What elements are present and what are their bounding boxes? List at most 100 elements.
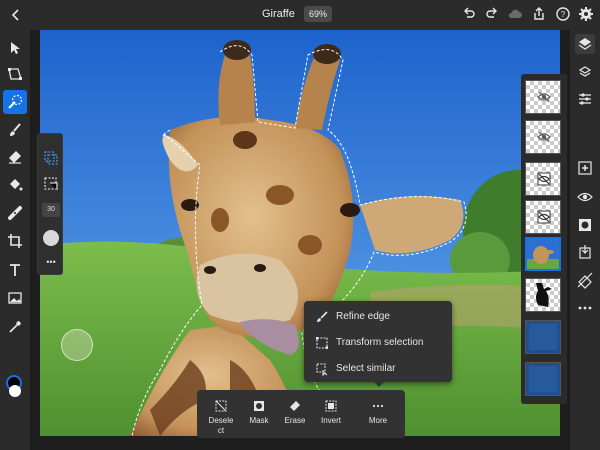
eyedropper-tool[interactable] [3, 315, 27, 339]
giraffe-layer-preview [527, 239, 559, 269]
eyedropper-icon [9, 321, 21, 333]
add-selection-icon[interactable] [41, 148, 61, 168]
layer-thumbnail[interactable] [525, 320, 561, 354]
selection-context-menu: Refine edge Transform selection Select s… [304, 301, 452, 382]
image-icon [8, 292, 22, 304]
refine-edge-brush-icon [317, 311, 328, 322]
settings-gear-icon[interactable] [578, 6, 594, 22]
invert-button[interactable]: Invert [313, 390, 349, 438]
redo-icon[interactable] [484, 6, 500, 22]
menu-item-label: Select similar [336, 363, 396, 374]
hidden-eye-icon [537, 210, 551, 224]
visibility-eye-icon[interactable] [575, 187, 595, 207]
menu-item-label: Transform selection [336, 337, 424, 348]
fill-tool[interactable] [3, 173, 27, 197]
layer-thumbnail-selected[interactable] [525, 237, 561, 271]
help-icon[interactable]: ? [555, 6, 571, 22]
giraffe-photo [40, 30, 560, 436]
layer-thumbnail[interactable] [525, 80, 561, 114]
mask-button[interactable]: Mask [241, 390, 277, 438]
deselect-label: Deselect [208, 416, 234, 435]
left-toolbar [0, 30, 30, 450]
crop-tool[interactable] [3, 229, 27, 253]
hidden-eye-icon [537, 91, 551, 103]
erase-label: Erase [284, 416, 306, 425]
tool-options-panel: 30 ••• [37, 133, 63, 275]
subtract-selection-icon[interactable] [41, 174, 61, 194]
more-button[interactable]: More [360, 390, 396, 438]
deselect-icon [215, 400, 227, 412]
menu-item-transform-selection[interactable]: Transform selection [304, 330, 452, 356]
more-dots-icon [372, 404, 384, 408]
brush-tool[interactable] [3, 118, 27, 142]
top-bar: Giraffe 69% ? [0, 0, 600, 30]
eraser-tool[interactable] [3, 145, 27, 169]
healing-brush-icon [8, 206, 22, 220]
select-similar-icon [316, 363, 328, 376]
layer-thumbnail[interactable] [525, 362, 561, 396]
blue-texture-preview [526, 363, 560, 395]
clear-layer-icon[interactable] [575, 270, 595, 290]
transform-icon [8, 68, 22, 80]
photoshop-app: Giraffe 69% ? 30 ••• Refine edge Transfo… [0, 0, 600, 450]
back-chevron-icon[interactable] [8, 7, 24, 23]
layers-strip [521, 74, 567, 404]
invert-label: Invert [320, 416, 341, 425]
mask-icon [254, 401, 264, 411]
menu-pointer-arrow [373, 381, 385, 387]
healing-tool[interactable] [3, 201, 27, 225]
background-color-swatch[interactable] [9, 385, 21, 397]
canvas-area[interactable] [40, 30, 560, 436]
import-icon[interactable] [575, 242, 595, 262]
undo-icon[interactable] [461, 6, 477, 22]
menu-item-refine-edge[interactable]: Refine edge [304, 304, 452, 330]
share-icon[interactable] [531, 6, 547, 22]
mask-silhouette-preview [536, 283, 552, 307]
layer-thumbnail[interactable] [525, 162, 561, 196]
right-toolbar [570, 30, 600, 450]
zoom-level[interactable]: 69% [304, 6, 332, 22]
adjustments-icon[interactable] [575, 89, 595, 109]
hidden-eye-icon [537, 131, 551, 143]
menu-item-label: Refine edge [336, 311, 390, 322]
crop-icon [8, 234, 22, 248]
text-tool[interactable] [3, 258, 27, 282]
cloud-icon[interactable] [507, 6, 523, 22]
pointer-arrow-icon [11, 42, 20, 54]
more-label: More [368, 416, 388, 425]
brush-hardness-icon[interactable] [43, 230, 59, 246]
layer-thumbnail[interactable] [525, 200, 561, 234]
brush-icon [10, 123, 21, 136]
select-subject-brush-tool[interactable] [3, 90, 27, 114]
erase-icon [290, 401, 300, 411]
document-title: Giraffe [262, 8, 295, 20]
selection-brush-icon [8, 94, 23, 109]
image-tool[interactable] [3, 286, 27, 310]
blue-texture-preview [526, 321, 560, 353]
eraser-icon [9, 151, 21, 164]
brush-size-value[interactable]: 30 [42, 203, 60, 217]
layer-thumbnail[interactable] [525, 120, 561, 154]
move-tool[interactable] [3, 36, 27, 60]
selection-action-bar: Deselect Mask Erase Invert More [197, 390, 405, 438]
svg-text:?: ? [561, 10, 566, 19]
paint-bucket-icon [10, 179, 23, 191]
layers-panel-button[interactable] [575, 34, 595, 54]
more-icon[interactable] [575, 298, 595, 318]
tool-options-more[interactable]: ••• [41, 256, 61, 268]
layer-stack-icon[interactable] [575, 62, 595, 82]
transform-selection-icon [316, 337, 328, 349]
layer-thumbnail[interactable] [525, 278, 561, 312]
add-layer-icon[interactable] [575, 158, 595, 178]
menu-item-select-similar[interactable]: Select similar [304, 356, 452, 382]
mask-label: Mask [249, 416, 269, 425]
brush-cursor [61, 329, 93, 361]
transform-tool[interactable] [3, 62, 27, 86]
deselect-button[interactable]: Deselect [203, 390, 239, 438]
invert-icon [325, 400, 337, 412]
hidden-eye-icon [537, 172, 551, 186]
text-type-icon [10, 264, 20, 276]
mask-icon[interactable] [575, 215, 595, 235]
layers-icon [578, 38, 592, 50]
erase-button[interactable]: Erase [277, 390, 313, 438]
